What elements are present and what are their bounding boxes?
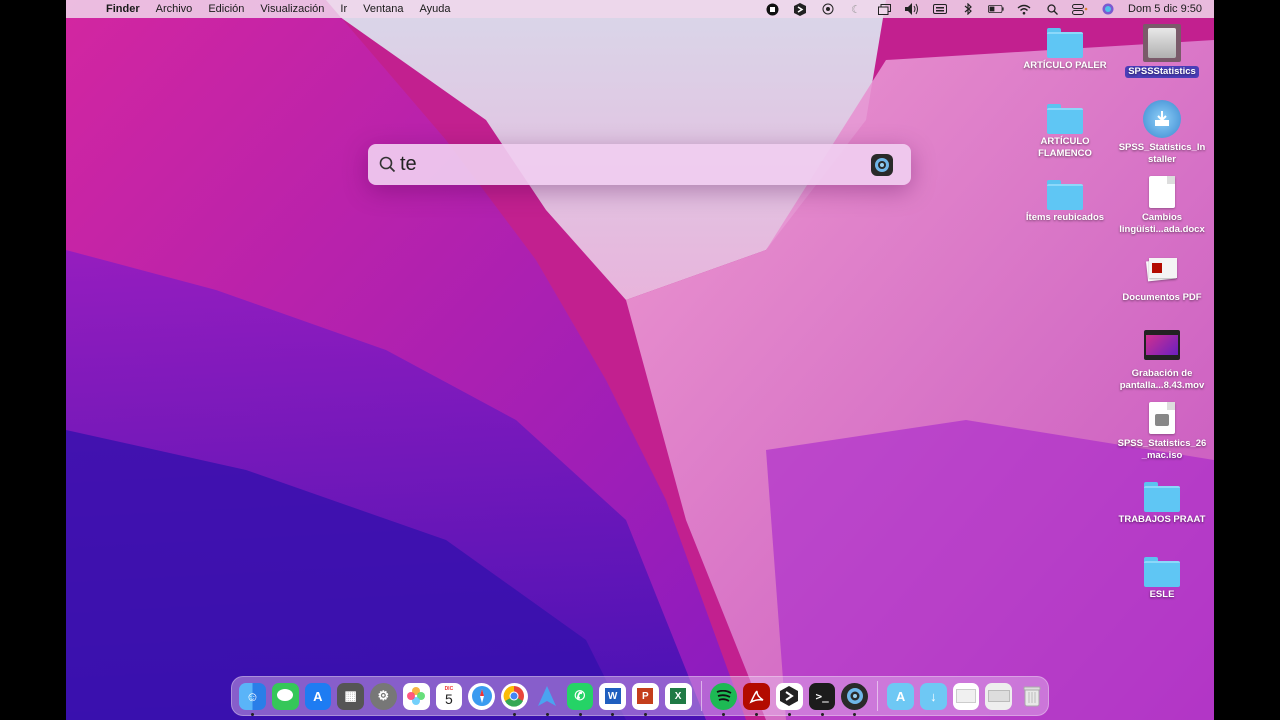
- dock-separator: [700, 681, 702, 711]
- vpn-app-icon[interactable]: [775, 682, 803, 716]
- desktop-icon-label: Grabación de pantalla...8.43.mov: [1119, 368, 1205, 391]
- desktop-icon-label: ARTÍCULO FLAMENCO: [1038, 136, 1092, 159]
- spotlight-search-bar[interactable]: [368, 144, 911, 185]
- desktop-drive-spss[interactable]: SPSSStatistics: [1114, 24, 1210, 78]
- word-icon[interactable]: W: [599, 682, 626, 716]
- messages-icon[interactable]: [271, 682, 299, 710]
- acrobat-icon[interactable]: [743, 682, 770, 716]
- calendar-icon[interactable]: DIC 5: [435, 682, 463, 710]
- folder-icon: [1047, 180, 1083, 210]
- applications-folder-icon[interactable]: A: [887, 682, 914, 710]
- desktop-icon-label: SPSS_Statistics_26_mac.iso: [1117, 438, 1207, 461]
- calculator-icon[interactable]: ▦: [337, 682, 364, 710]
- desktop-folder-articulo-flamenco[interactable]: ARTÍCULO FLAMENCO: [1017, 104, 1113, 160]
- desktop-icon-label: Documentos PDF: [1122, 292, 1202, 303]
- document-icon: [1149, 176, 1175, 208]
- wifi-icon[interactable]: [1016, 3, 1032, 15]
- video-thumbnail-icon: [1144, 330, 1180, 360]
- window-mirror-icon[interactable]: [876, 3, 892, 15]
- spotlight-input[interactable]: [400, 149, 860, 180]
- photos-icon[interactable]: [402, 682, 430, 710]
- search-icon[interactable]: [1044, 3, 1060, 15]
- folder-icon: [1144, 557, 1180, 587]
- siri-icon[interactable]: [1100, 3, 1116, 15]
- desktop-folder-esle[interactable]: ESLE: [1114, 557, 1210, 601]
- desktop-folder-items-reubicados[interactable]: Ítems reubicados: [1017, 180, 1113, 224]
- quicktime-icon[interactable]: [841, 682, 869, 716]
- volume-icon[interactable]: [904, 3, 920, 15]
- spotify-icon[interactable]: [710, 682, 738, 716]
- desktop-iso-spss[interactable]: SPSS_Statistics_26_mac.iso: [1114, 402, 1210, 462]
- menu-ventana[interactable]: Ventana: [363, 3, 403, 15]
- desktop-icon-label: Ítems reubicados: [1025, 212, 1105, 223]
- desktop-icon-label: TRABAJOS PRAAT: [1118, 514, 1206, 525]
- calendar-day: 5: [444, 691, 453, 707]
- keyboard-icon[interactable]: [932, 3, 948, 15]
- desktop-icon-label: ARTÍCULO PALER: [1023, 60, 1107, 71]
- control-center-icon[interactable]: [1072, 3, 1088, 15]
- navigation-arrow-icon[interactable]: [534, 683, 561, 716]
- excel-icon[interactable]: X: [664, 682, 692, 710]
- desktop-docx-cambios[interactable]: Cambios lingüísti...ada.docx: [1114, 176, 1210, 236]
- folder-icon: [1047, 28, 1083, 58]
- desktop-icon-label: SPSS_Statistics_Installer: [1118, 142, 1206, 165]
- safari-icon[interactable]: [468, 682, 495, 710]
- installer-icon: [1143, 100, 1181, 138]
- desktop-installer-spss[interactable]: SPSS_Statistics_Installer: [1114, 100, 1210, 166]
- trash-icon[interactable]: [1018, 683, 1045, 710]
- menu-archivo[interactable]: Archivo: [156, 3, 193, 15]
- documents-stack-icon[interactable]: [952, 682, 980, 710]
- quicktime-app-icon[interactable]: [871, 154, 893, 176]
- menubar-clock[interactable]: Dom 5 dic 9:50: [1128, 3, 1202, 15]
- bluetooth-icon[interactable]: [960, 3, 976, 15]
- vpn-shield-icon[interactable]: [792, 2, 808, 16]
- powerpoint-icon[interactable]: P: [632, 682, 659, 716]
- drive-icon: [1143, 24, 1181, 62]
- desktop-folder-trabajos-praat[interactable]: TRABAJOS PRAAT: [1114, 482, 1210, 526]
- folder-icon: [1144, 482, 1180, 512]
- chrome-icon[interactable]: [501, 682, 528, 716]
- desktop-icon-label: Cambios lingüísti...ada.docx: [1119, 212, 1205, 235]
- desktop-icon-label: SPSSStatistics: [1125, 66, 1199, 78]
- disk-image-icon: [1149, 402, 1175, 434]
- whatsapp-icon[interactable]: ✆: [566, 682, 594, 716]
- menu-edicion[interactable]: Edición: [208, 3, 244, 15]
- dock-separator: [877, 681, 879, 711]
- desktop-screen: Finder Archivo Edición Visualización Ir …: [66, 0, 1214, 720]
- search-icon: [378, 155, 398, 175]
- pdf-stack-icon: [1145, 256, 1179, 282]
- app-store-icon[interactable]: A: [304, 682, 332, 710]
- desktop-video-grabacion[interactable]: Grabación de pantalla...8.43.mov: [1114, 330, 1210, 392]
- menu-bar: Finder Archivo Edición Visualización Ir …: [66, 0, 1214, 18]
- menu-ayuda[interactable]: Ayuda: [420, 3, 451, 15]
- folder-icon: [1047, 104, 1083, 134]
- documents-stack-icon[interactable]: [985, 682, 1013, 710]
- downloads-folder-icon[interactable]: ↓: [919, 682, 947, 710]
- terminal-icon[interactable]: >_: [808, 682, 836, 716]
- desktop-icon-label: ESLE: [1149, 589, 1175, 600]
- finder-icon[interactable]: ☺: [239, 682, 266, 716]
- menu-app-name[interactable]: Finder: [106, 3, 140, 15]
- menu-ir[interactable]: Ir: [340, 3, 347, 15]
- desktop-folder-articulo-paler[interactable]: ARTÍCULO PALER: [1017, 28, 1113, 72]
- menu-visualizacion[interactable]: Visualización: [260, 3, 324, 15]
- screen-record-icon[interactable]: [820, 3, 836, 15]
- system-preferences-icon[interactable]: ⚙: [370, 682, 397, 710]
- dock: ☺ A ▦ ⚙ DIC 5 ✆ W P X >_ A ↓: [231, 676, 1049, 716]
- battery-icon[interactable]: [988, 3, 1004, 15]
- desktop-folder-documentos-pdf[interactable]: Documentos PDF: [1114, 256, 1210, 304]
- moon-icon[interactable]: ☾: [848, 3, 864, 16]
- record-stop-icon[interactable]: [764, 3, 780, 15]
